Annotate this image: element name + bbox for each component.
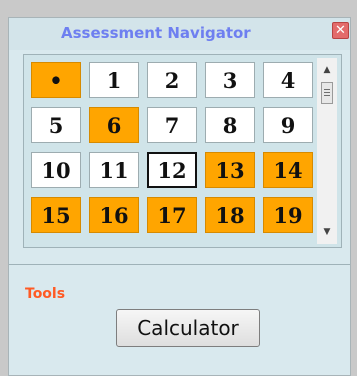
question-button-16[interactable]: 16 xyxy=(89,197,139,233)
question-button-2[interactable]: 2 xyxy=(147,62,197,98)
section-divider xyxy=(9,264,350,265)
scroll-up-arrow-icon[interactable]: ▲ xyxy=(317,62,337,78)
question-grid: • 1 2 3 4 5 6 7 8 9 10 11 12 13 14 15 16 17 18 19 xyxy=(31,62,313,242)
tools-heading: Tools xyxy=(25,286,66,302)
grid-scrollbar[interactable]: ▲ ▼ xyxy=(317,58,337,244)
question-button-5[interactable]: 5 xyxy=(31,107,81,143)
question-button-19[interactable]: 19 xyxy=(263,197,313,233)
question-button-10[interactable]: 10 xyxy=(31,152,81,188)
scroll-down-arrow-icon[interactable]: ▼ xyxy=(317,224,337,240)
thumb-grip-line xyxy=(324,89,330,90)
question-grid-panel: • 1 2 3 4 5 6 7 8 9 10 11 12 13 14 15 16 17 18 19 ▲ ▼ xyxy=(23,54,342,248)
question-button-11[interactable]: 11 xyxy=(89,152,139,188)
question-button-4[interactable]: 4 xyxy=(263,62,313,98)
title-bar[interactable]: Assessment Navigator ✕ xyxy=(9,18,350,50)
question-button-14[interactable]: 14 xyxy=(263,152,313,188)
question-button-15[interactable]: 15 xyxy=(31,197,81,233)
question-button-8[interactable]: 8 xyxy=(205,107,255,143)
thumb-grip-line xyxy=(324,95,330,96)
calculator-button[interactable]: Calculator xyxy=(116,309,260,347)
question-button-17[interactable]: 17 xyxy=(147,197,197,233)
window-title: Assessment Navigator xyxy=(61,24,251,42)
question-button-9[interactable]: 9 xyxy=(263,107,313,143)
scroll-thumb[interactable] xyxy=(321,82,333,104)
question-button-3[interactable]: 3 xyxy=(205,62,255,98)
thumb-grip-line xyxy=(324,92,330,93)
assessment-navigator-window: Assessment Navigator ✕ • 1 2 3 4 5 6 7 8 9 10 11 12 1… xyxy=(8,17,351,376)
question-button-18[interactable]: 18 xyxy=(205,197,255,233)
question-button-7[interactable]: 7 xyxy=(147,107,197,143)
question-button-6[interactable]: 6 xyxy=(89,107,139,143)
question-button-13[interactable]: 13 xyxy=(205,152,255,188)
question-button-1[interactable]: 1 xyxy=(89,62,139,98)
close-icon: ✕ xyxy=(335,23,346,38)
close-button[interactable]: ✕ xyxy=(332,22,349,39)
question-button-0[interactable]: • xyxy=(31,62,81,98)
question-button-12[interactable]: 12 xyxy=(147,152,197,188)
